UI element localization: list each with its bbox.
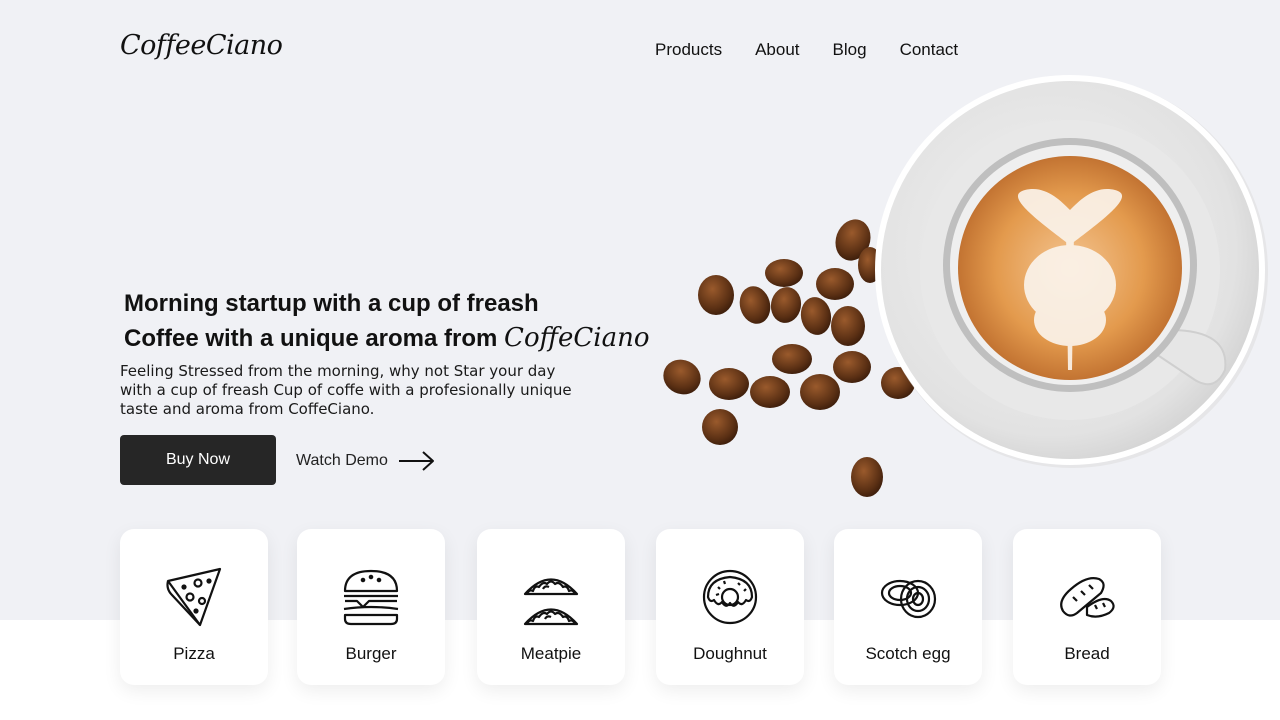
category-label-meatpie: Meatpie bbox=[520, 644, 582, 663]
arrow-right-icon bbox=[398, 451, 434, 471]
category-label-doughnut: Doughnut bbox=[693, 644, 767, 663]
buy-now-button[interactable]: Buy Now bbox=[120, 435, 276, 485]
bread-icon bbox=[1060, 577, 1115, 618]
category-list: Pizza Burger Meatpie Doughnut Scotch egg… bbox=[120, 529, 1161, 685]
nav-about[interactable]: About bbox=[755, 40, 799, 60]
logo[interactable]: CoffeeCiano bbox=[120, 30, 283, 61]
nav-contact[interactable]: Contact bbox=[900, 40, 959, 60]
meatpie-icon bbox=[523, 578, 579, 626]
category-card-pizza[interactable]: Pizza bbox=[120, 529, 268, 685]
doughnut-icon bbox=[702, 569, 758, 625]
main-nav: Products About Blog Contact bbox=[655, 40, 958, 60]
category-label-scotch-egg: Scotch egg bbox=[865, 644, 951, 663]
hero-headline: Morning startup with a cup of freash Cof… bbox=[124, 286, 650, 356]
category-card-scotch-egg[interactable]: Scotch egg bbox=[834, 529, 982, 685]
category-label-pizza: Pizza bbox=[173, 644, 215, 663]
hero-description: Feeling Stressed from the morning, why n… bbox=[120, 362, 572, 418]
headline-brand: CoffeCiano bbox=[504, 323, 650, 353]
category-card-burger[interactable]: Burger bbox=[297, 529, 445, 685]
headline-line-1: Morning startup with a cup of freash bbox=[124, 290, 539, 317]
category-label-burger: Burger bbox=[345, 644, 397, 663]
category-card-bread[interactable]: Bread bbox=[1013, 529, 1161, 685]
nav-blog[interactable]: Blog bbox=[833, 40, 867, 60]
category-card-meatpie[interactable]: Meatpie bbox=[477, 529, 625, 685]
scotch-egg-icon bbox=[880, 579, 937, 619]
headline-line-2: Coffee with a unique aroma from bbox=[124, 325, 498, 352]
watch-demo-link[interactable]: Watch Demo bbox=[296, 448, 436, 474]
pizza-icon bbox=[166, 567, 222, 627]
latte-cup-image bbox=[663, 75, 1268, 497]
burger-icon bbox=[343, 569, 399, 626]
nav-products[interactable]: Products bbox=[655, 40, 722, 60]
category-label-bread: Bread bbox=[1064, 644, 1110, 663]
watch-demo-label: Watch Demo bbox=[296, 452, 388, 469]
category-card-doughnut[interactable]: Doughnut bbox=[656, 529, 804, 685]
